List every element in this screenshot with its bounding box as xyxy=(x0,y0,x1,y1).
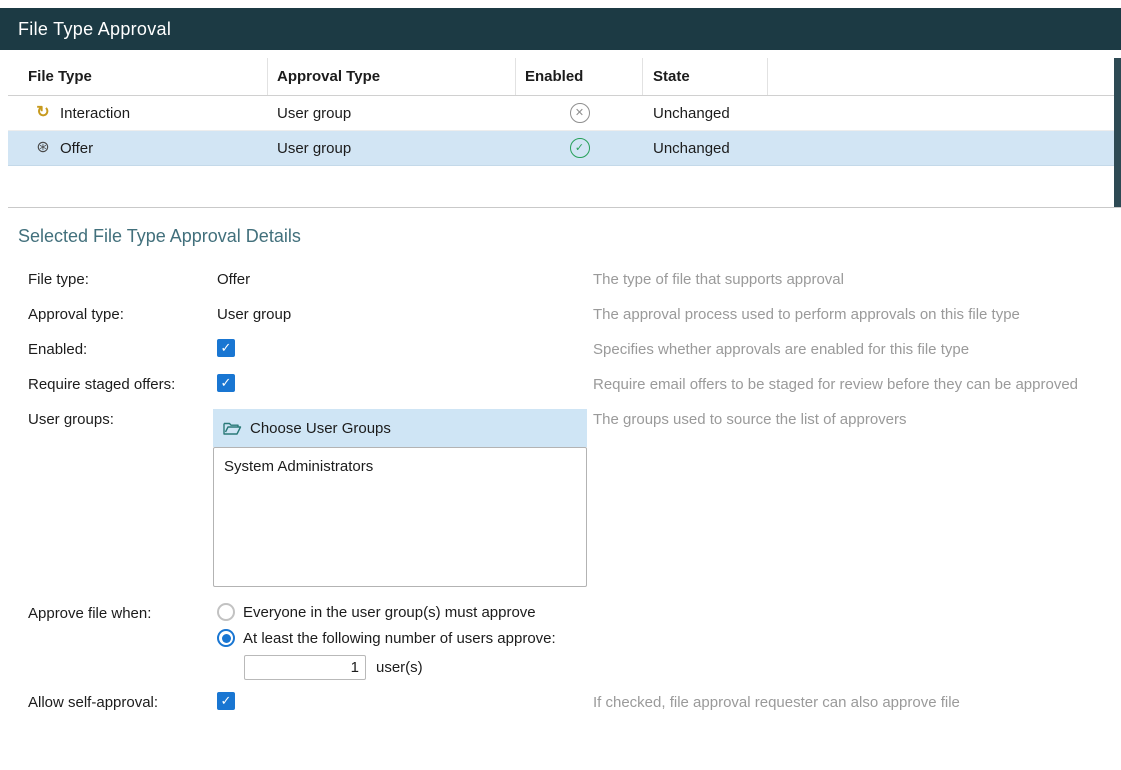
field-row-approve-when: Approve file when: Everyone in the user … xyxy=(18,603,1121,680)
approver-count-row: user(s) xyxy=(244,655,593,680)
column-header-file-type: File Type xyxy=(8,58,268,95)
approve-when-option-at-least: At least the following number of users a… xyxy=(217,629,593,647)
require-staged-checkbox[interactable]: ✓ xyxy=(217,374,235,392)
everyone-radio[interactable] xyxy=(217,603,235,621)
table-row-interaction[interactable]: ↻ Interaction User group ✕ Unchanged xyxy=(8,96,1121,131)
require-staged-label: Require staged offers: xyxy=(18,374,213,393)
at-least-radio[interactable] xyxy=(217,629,235,647)
approval-type-label: Approval type: xyxy=(18,304,213,323)
user-group-list-item[interactable]: System Administrators xyxy=(214,448,586,475)
details-title: Selected File Type Approval Details xyxy=(18,226,1121,247)
file-type-table: File Type Approval Type Enabled State ↻ … xyxy=(8,58,1121,208)
state-cell: Unchanged xyxy=(643,96,768,130)
field-row-require-staged: Require staged offers: ✓ Require email o… xyxy=(18,374,1121,393)
enabled-label: Enabled: xyxy=(18,339,213,358)
choose-user-groups-label: Choose User Groups xyxy=(250,420,391,437)
page-title: File Type Approval xyxy=(18,19,171,40)
page-header: File Type Approval xyxy=(0,8,1121,50)
details-panel: Selected File Type Approval Details File… xyxy=(0,208,1121,711)
enabled-checkbox[interactable]: ✓ xyxy=(217,339,235,357)
enabled-description: Specifies whether approvals are enabled … xyxy=(593,339,1121,358)
self-approval-description: If checked, file approval requester can … xyxy=(593,692,1121,711)
column-header-filler xyxy=(768,58,1121,95)
open-folder-icon xyxy=(223,421,242,436)
approval-type-value: User group xyxy=(217,304,593,323)
approval-type-cell: User group xyxy=(268,131,516,165)
file-type-label: File type: xyxy=(18,269,213,288)
field-row-approval-type: Approval type: User group The approval p… xyxy=(18,304,1121,323)
self-approval-checkbox[interactable]: ✓ xyxy=(217,692,235,710)
column-header-state: State xyxy=(643,58,768,95)
approver-count-input[interactable] xyxy=(244,655,366,680)
field-row-user-groups: User groups: Choose User Groups System A… xyxy=(18,409,1121,587)
table-scrollbar[interactable] xyxy=(1114,58,1121,207)
file-type-value: Offer xyxy=(217,269,593,288)
field-row-enabled: Enabled: ✓ Specifies whether approvals a… xyxy=(18,339,1121,358)
enabled-status-icon: ✓ xyxy=(570,138,590,158)
file-type-cell: Offer xyxy=(60,140,93,157)
everyone-radio-label: Everyone in the user group(s) must appro… xyxy=(243,604,536,621)
choose-user-groups-button[interactable]: Choose User Groups xyxy=(213,409,587,447)
approver-count-suffix: user(s) xyxy=(376,659,423,676)
require-staged-description: Require email offers to be staged for re… xyxy=(593,374,1121,393)
approval-type-cell: User group xyxy=(268,96,516,130)
self-approval-label: Allow self-approval: xyxy=(18,692,213,711)
offer-file-type-icon: ⊛ xyxy=(34,140,52,156)
user-groups-listbox[interactable]: System Administrators xyxy=(213,447,587,587)
field-row-file-type: File type: Offer The type of file that s… xyxy=(18,269,1121,288)
approve-when-option-everyone: Everyone in the user group(s) must appro… xyxy=(217,603,593,621)
file-type-cell: Interaction xyxy=(60,105,130,122)
state-cell: Unchanged xyxy=(643,131,768,165)
file-type-description: The type of file that supports approval xyxy=(593,269,1121,288)
user-groups-description: The groups used to source the list of ap… xyxy=(593,409,1121,428)
column-header-enabled: Enabled xyxy=(516,58,643,95)
column-header-approval-type: Approval Type xyxy=(268,58,516,95)
interaction-file-type-icon: ↻ xyxy=(34,105,52,121)
disabled-status-icon: ✕ xyxy=(570,103,590,123)
field-row-self-approval: Allow self-approval: ✓ If checked, file … xyxy=(18,692,1121,711)
at-least-radio-label: At least the following number of users a… xyxy=(243,630,556,647)
table-header-row: File Type Approval Type Enabled State xyxy=(8,58,1121,96)
table-row-offer[interactable]: ⊛ Offer User group ✓ Unchanged xyxy=(8,131,1121,166)
user-groups-label: User groups: xyxy=(18,409,213,428)
approval-type-description: The approval process used to perform app… xyxy=(593,304,1121,323)
approve-when-label: Approve file when: xyxy=(18,603,213,622)
